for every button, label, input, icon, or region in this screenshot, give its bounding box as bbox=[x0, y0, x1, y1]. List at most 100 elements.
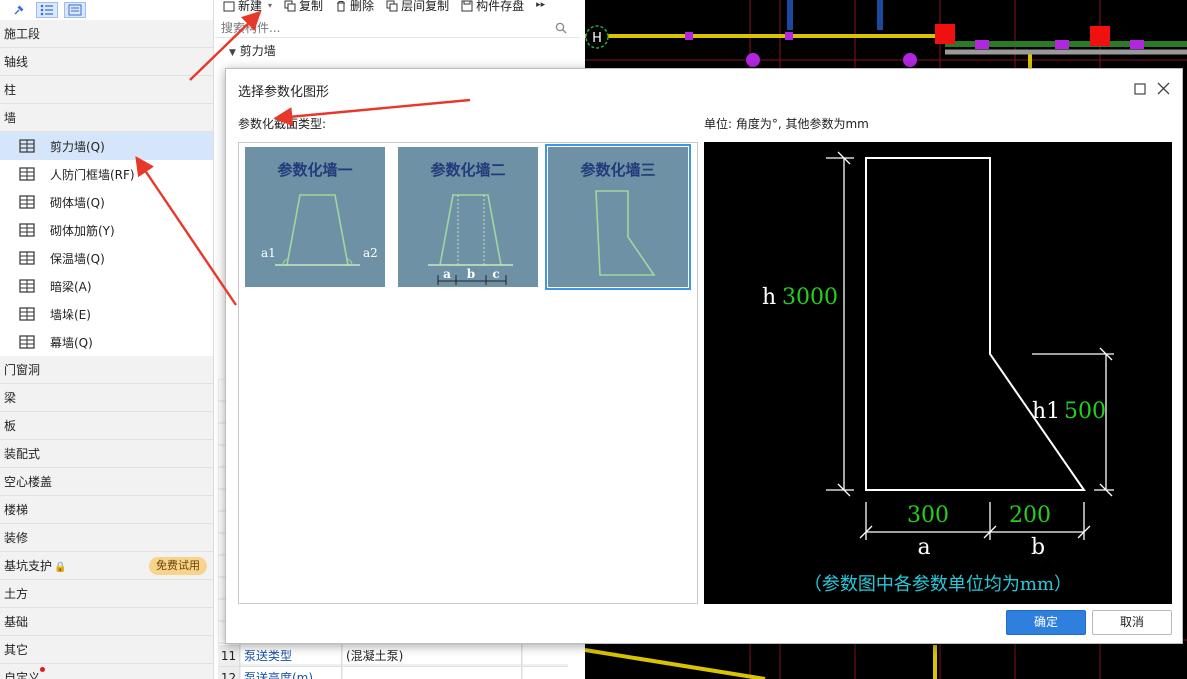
param-unit-note: （参数图中各参数单位均为mm） bbox=[804, 574, 1072, 595]
category-item[interactable]: 基础 bbox=[0, 608, 213, 636]
category-item[interactable]: 板 bbox=[0, 412, 213, 440]
sidebar-item-shear-wall[interactable]: 剪力墙(Q) bbox=[0, 132, 213, 160]
new-icon bbox=[223, 1, 235, 12]
sidebar-item-label: 砌体墙(Q) bbox=[50, 195, 105, 210]
category-label: 楼梯 bbox=[4, 503, 29, 517]
component-toolbar: 新建 ▾ 复制 删除 层间复制 构件存盘 ▸▸ bbox=[215, 0, 585, 16]
cancel-button[interactable]: 取消 bbox=[1092, 610, 1172, 635]
property-row[interactable]: 11 泵送类型 (混凝土泵) bbox=[218, 645, 568, 667]
shape-thumb-3[interactable]: 参数化墙三 bbox=[545, 144, 691, 290]
param-a-name: a bbox=[917, 535, 930, 560]
category-item[interactable]: 墙 bbox=[0, 104, 213, 132]
chevron-down-icon[interactable]: ▾ bbox=[268, 0, 272, 12]
sidebar-toolbar bbox=[0, 0, 213, 20]
sidebar-item-label: 暗梁(A) bbox=[50, 279, 92, 294]
save-label: 构件存盘 bbox=[476, 0, 525, 13]
shape-thumb-2[interactable]: 参数化墙二 a b c bbox=[398, 147, 538, 287]
delete-button[interactable]: 删除 bbox=[335, 0, 374, 12]
copy-button[interactable]: 复制 bbox=[284, 0, 323, 12]
param-a-value[interactable]: 300 bbox=[907, 503, 949, 528]
category-label: 装修 bbox=[4, 531, 29, 545]
copy-icon bbox=[284, 0, 296, 12]
collapse-arrow-icon[interactable]: ▼ bbox=[229, 48, 236, 58]
category-item[interactable]: 柱 bbox=[0, 76, 213, 104]
search-input[interactable] bbox=[215, 18, 555, 37]
component-category-sidebar: 施工段 轴线柱墙 剪力墙(Q) 人防门框墙(RF) 砌体墙(Q) 砌体加筋(Y) 保温墙(… bbox=[0, 0, 214, 679]
sidebar-item-curtain-wall[interactable]: 幕墙(Q) bbox=[0, 328, 213, 356]
lock-icon: 🔒 bbox=[54, 562, 67, 573]
sidebar-item-label: 幕墙(Q) bbox=[50, 335, 93, 350]
property-extra-cell[interactable] bbox=[522, 645, 568, 666]
sidebar-item-hidden-beam[interactable]: 暗梁(A) bbox=[0, 272, 213, 300]
category-item[interactable]: 轴线 bbox=[0, 48, 213, 76]
category-label: 土方 bbox=[4, 587, 29, 601]
select-parametric-shape-dialog: 选择参数化图形 参数化截面类型: 单位: 角度为°, 其他参数为mm 参数化墙一… bbox=[225, 68, 1183, 644]
category-item[interactable]: 土方 bbox=[0, 580, 213, 608]
curtain-wall-icon bbox=[18, 333, 36, 351]
category-item[interactable]: 自定义 bbox=[0, 664, 213, 679]
property-value[interactable] bbox=[342, 667, 522, 679]
wall-shape-2-icon: a b c bbox=[428, 194, 513, 285]
category-item[interactable]: 装修 bbox=[0, 524, 213, 552]
masonry-wall-icon bbox=[18, 193, 36, 211]
close-icon[interactable] bbox=[1157, 82, 1170, 95]
shape-thumbnail-list: 参数化墙一 a1 a2 参数化墙二 a b c 参数化墙三 bbox=[238, 142, 698, 604]
new-button[interactable]: 新建 ▾ bbox=[223, 0, 272, 12]
thumb-label-b: b bbox=[467, 267, 475, 281]
free-trial-badge[interactable]: 免费试用 bbox=[149, 557, 207, 575]
floor-copy-button[interactable]: 层间复制 bbox=[386, 0, 449, 12]
category-label: 其它 bbox=[4, 643, 29, 657]
wall-shape-1-icon: a1 a2 bbox=[261, 194, 378, 266]
search-icon[interactable] bbox=[555, 22, 567, 34]
category-item[interactable]: 梁 bbox=[0, 384, 213, 412]
maximize-icon[interactable] bbox=[1134, 83, 1146, 95]
sidebar-item-masonry-rebar[interactable]: 砌体加筋(Y) bbox=[0, 216, 213, 244]
category-item[interactable]: 其它 bbox=[0, 636, 213, 664]
sidebar-item-label: 人防门框墙(RF) bbox=[50, 167, 135, 182]
category-item[interactable]: 基坑支护 🔒 免费试用 bbox=[0, 552, 213, 580]
more-arrow-icon[interactable]: ▸▸ bbox=[536, 0, 545, 10]
masonry-rebar-icon bbox=[18, 221, 36, 239]
section-type-label: 参数化截面类型: bbox=[238, 117, 327, 131]
ok-button[interactable]: 确定 bbox=[1006, 610, 1086, 635]
sidebar-item-masonry-wall[interactable]: 砌体墙(Q) bbox=[0, 188, 213, 216]
category-item[interactable]: 装配式 bbox=[0, 440, 213, 468]
sidebar-item-label: 保温墙(Q) bbox=[50, 251, 105, 266]
parameter-diagram: h 3000 h1 500 300 200 a b （参数图中各参数单位均为mm… bbox=[762, 151, 1114, 595]
shape-thumb-1[interactable]: 参数化墙一 a1 a2 bbox=[245, 147, 385, 287]
wall-pier-icon bbox=[18, 305, 36, 323]
shear-wall-icon bbox=[18, 137, 36, 155]
delete-label: 删除 bbox=[350, 0, 375, 13]
insulation-wall-icon bbox=[18, 249, 36, 267]
category-item[interactable]: 施工段 bbox=[0, 20, 213, 48]
search-bar bbox=[215, 18, 580, 38]
property-extra-cell[interactable] bbox=[522, 667, 568, 679]
sidebar-item-insulation-wall[interactable]: 保温墙(Q) bbox=[0, 244, 213, 272]
pin-icon[interactable] bbox=[8, 2, 30, 18]
tree-group-shear-wall[interactable]: ▼ 剪力墙 bbox=[229, 42, 276, 59]
shape-parameter-preview[interactable]: h 3000 h1 500 300 200 a b （参数图中各参数单位均为mm… bbox=[704, 142, 1172, 604]
list-view-icon[interactable] bbox=[36, 2, 58, 18]
detail-view-icon[interactable] bbox=[64, 2, 86, 18]
category-item[interactable]: 门窗洞 bbox=[0, 356, 213, 384]
property-row-number: 11 bbox=[218, 645, 240, 666]
notification-dot bbox=[40, 667, 45, 672]
app-window: 施工段 轴线柱墙 剪力墙(Q) 人防门框墙(RF) 砌体墙(Q) 砌体加筋(Y) 保温墙(… bbox=[0, 0, 1187, 679]
wall-shape-3-icon bbox=[595, 190, 656, 276]
thumb-label-a: a bbox=[443, 267, 451, 281]
new-label: 新建 bbox=[238, 0, 263, 13]
save-component-button[interactable]: 构件存盘 bbox=[461, 0, 524, 12]
sidebar-item-wall-pier[interactable]: 墙垛(E) bbox=[0, 300, 213, 328]
property-value[interactable]: (混凝土泵) bbox=[342, 645, 522, 666]
category-item[interactable]: 楼梯 bbox=[0, 496, 213, 524]
param-b-value[interactable]: 200 bbox=[1009, 503, 1051, 528]
floor-copy-icon bbox=[386, 0, 398, 12]
sidebar-item-door-frame-wall[interactable]: 人防门框墙(RF) bbox=[0, 160, 213, 188]
property-name: 泵送类型 bbox=[240, 645, 342, 666]
param-h1-name: h1 bbox=[1032, 399, 1060, 424]
property-row[interactable]: 12 泵送高度(m) bbox=[218, 667, 568, 679]
copy-label: 复制 bbox=[299, 0, 324, 13]
param-h-value[interactable]: 3000 bbox=[782, 285, 838, 310]
category-item[interactable]: 空心楼盖 bbox=[0, 468, 213, 496]
param-h1-value[interactable]: 500 bbox=[1064, 399, 1106, 424]
